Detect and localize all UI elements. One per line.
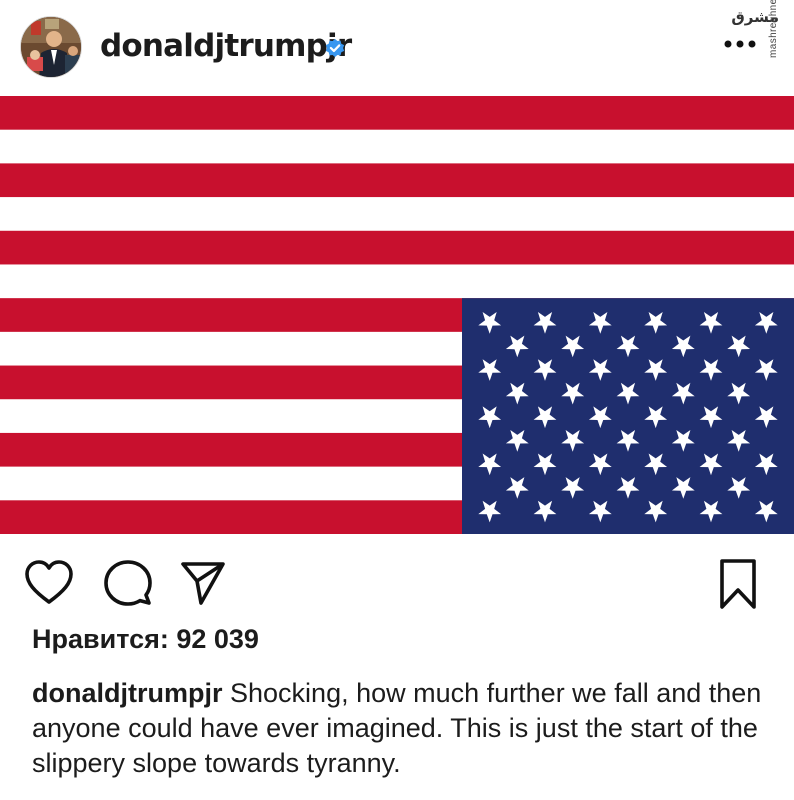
flag-stripe-red [0, 230, 794, 265]
action-bar [0, 534, 794, 624]
comment-bubble-icon[interactable] [104, 558, 152, 608]
watermark-url: mashreghnews.ir [768, 0, 779, 58]
post-username[interactable]: donaldjtrumpjr [100, 28, 352, 64]
watermark: مشرق mashreghnews.ir [722, 0, 788, 96]
post-header: donaldjtrumpjr مشرق mashreghnews.ir [0, 0, 794, 96]
verified-badge-icon [325, 39, 345, 57]
profile-photo-icon [21, 17, 81, 77]
paper-plane-icon[interactable] [180, 560, 226, 606]
post-image[interactable] [0, 96, 794, 534]
likes-count[interactable]: Нравится: 92 039 [32, 624, 259, 655]
flag-stripe-red [0, 96, 794, 130]
bookmark-icon[interactable] [718, 558, 758, 610]
post-caption: donaldjtrumpjr Shocking, how much furthe… [32, 676, 772, 781]
upside-down-flag-image [0, 96, 794, 534]
avatar[interactable] [20, 16, 82, 78]
caption-username[interactable]: donaldjtrumpjr [32, 678, 223, 708]
flag-stripe-red [0, 163, 794, 198]
heart-icon[interactable] [24, 558, 74, 608]
